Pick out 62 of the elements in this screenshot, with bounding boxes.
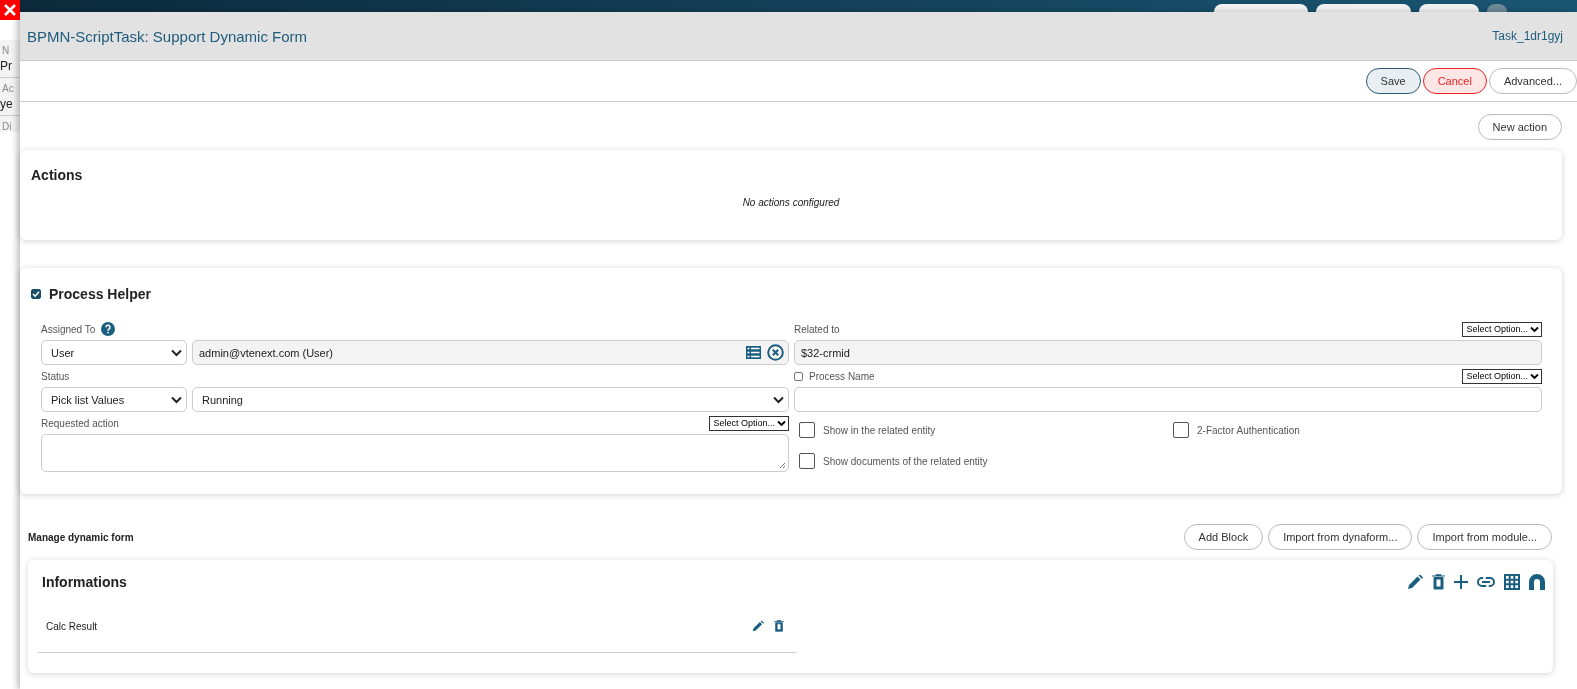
card-title: Actions (31, 166, 84, 183)
dialog-button[interactable]: Cancel (1422, 68, 1487, 94)
option-select[interactable]: Select Option... (709, 415, 789, 431)
option-select[interactable]: Select Option... (1462, 321, 1542, 337)
caret-icon (1530, 325, 1539, 333)
status-type-select[interactable]: Pick list Values (41, 387, 187, 412)
empty-message: No actions configured (741, 196, 841, 208)
dialog-title: BPMN-ScriptTask: Support Dynamic Form (27, 27, 308, 45)
magnet-icon[interactable] (1529, 574, 1545, 590)
edit-icon[interactable] (752, 620, 764, 632)
close-icon[interactable] (0, 0, 20, 20)
help-icon[interactable] (101, 322, 116, 336)
field-label: Related to (794, 323, 840, 335)
field-label: Requested action (41, 417, 119, 429)
form-button[interactable]: Import from module... (1417, 524, 1552, 550)
field-label: Status (41, 370, 70, 382)
form-button[interactable]: Add Block (1183, 524, 1264, 550)
clear-icon[interactable] (767, 344, 784, 361)
delete-icon[interactable] (1432, 574, 1445, 590)
checkbox[interactable] (31, 289, 41, 299)
caret-icon (773, 395, 784, 404)
caret-icon (1530, 372, 1539, 380)
background-text: Di (1, 120, 13, 132)
field-label: Assigned To (41, 323, 96, 335)
caret-icon (171, 348, 182, 357)
checkbox-label: Show in the related entity (823, 424, 936, 436)
checkbox-label: 2-Factor Authentication (1197, 424, 1300, 436)
option-select[interactable]: Select Option... (1462, 368, 1542, 384)
delete-icon[interactable] (774, 620, 784, 632)
field-label: Calc Result (46, 620, 98, 632)
grid-icon[interactable] (1504, 574, 1520, 590)
background-text: Ac (1, 82, 15, 94)
assignee-field[interactable]: admin@vtenext.com (User) (192, 340, 789, 365)
add-icon[interactable] (1454, 575, 1468, 589)
task-id: Task_1dr1gyj (1492, 29, 1563, 43)
block-title: Informations (42, 574, 127, 590)
form-button[interactable]: Import from dynaform... (1268, 524, 1413, 550)
checkbox[interactable] (1173, 422, 1189, 438)
caret-icon (171, 395, 182, 404)
resize-grip-icon[interactable] (779, 462, 786, 469)
background-text: N (1, 44, 11, 56)
new-action-button[interactable]: New action (1477, 114, 1562, 140)
caret-icon (777, 419, 786, 427)
link-icon[interactable] (1477, 577, 1495, 587)
edit-icon[interactable] (1407, 574, 1423, 590)
process-name-field[interactable] (794, 387, 1542, 412)
dialog-button[interactable]: Advanced... (1488, 68, 1577, 94)
related-to-field[interactable]: $32-crmid (794, 340, 1542, 365)
toolbar-button[interactable] (1316, 4, 1411, 12)
assignee-type-select[interactable]: User (41, 340, 187, 365)
toolbar-button[interactable] (1419, 4, 1479, 12)
list-icon[interactable] (746, 346, 761, 359)
checkbox-label: Show documents of the related entity (823, 455, 988, 467)
checkbox[interactable] (799, 422, 815, 438)
dialog-button[interactable]: Save (1365, 68, 1421, 94)
status-select[interactable]: Running (192, 387, 789, 412)
toolbar-button[interactable] (1214, 4, 1308, 12)
section-title: Manage dynamic form (28, 531, 134, 543)
checkbox[interactable] (794, 371, 803, 381)
field-label: Process Name (809, 370, 875, 382)
checkbox[interactable] (799, 453, 815, 469)
section-title: Process Helper (49, 286, 151, 302)
